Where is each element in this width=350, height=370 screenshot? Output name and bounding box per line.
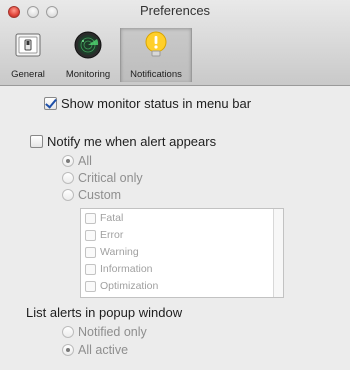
list-scrollbar[interactable]	[273, 209, 283, 297]
notify-checkbox[interactable]	[30, 135, 43, 148]
radar-icon	[74, 31, 102, 59]
title-toolbar-bar: Preferences General Monitoring Notificat…	[0, 0, 350, 86]
popup-all-active-radio[interactable]	[62, 344, 74, 356]
notify-custom-radio-row[interactable]: Custom	[62, 188, 121, 202]
list-item-optimization[interactable]: Optimization	[85, 280, 158, 292]
show-status-checkbox[interactable]	[44, 97, 57, 110]
list-item-warning[interactable]: Warning	[85, 246, 139, 258]
list-item-fatal[interactable]: Fatal	[85, 212, 123, 224]
popup-all-active-radio-row[interactable]: All active	[62, 343, 128, 357]
optimization-label: Optimization	[100, 280, 159, 292]
toolbar-label-monitoring: Monitoring	[65, 69, 111, 80]
toolbar-tab-general[interactable]: General	[0, 28, 56, 82]
warning-checkbox[interactable]	[85, 246, 96, 258]
notify-label: Notify me when alert appears	[47, 134, 217, 149]
notify-all-radio-row[interactable]: All	[62, 154, 92, 168]
popup-heading-label: List alerts in popup window	[26, 305, 183, 320]
notify-all-label: All	[78, 154, 92, 168]
notify-critical-radio-row[interactable]: Critical only	[62, 171, 143, 185]
notify-custom-radio[interactable]	[62, 189, 74, 201]
fatal-label: Fatal	[100, 212, 124, 224]
general-switch-icon	[15, 33, 41, 57]
popup-notified-radio[interactable]	[62, 326, 74, 338]
notify-option[interactable]: Notify me when alert appears	[30, 134, 216, 149]
information-checkbox[interactable]	[85, 263, 96, 275]
notifications-pane: Show monitor status in menu bar Notify m…	[0, 86, 350, 370]
warning-label: Warning	[100, 246, 139, 258]
notify-critical-label: Critical only	[78, 171, 143, 185]
information-label: Information	[100, 263, 153, 275]
alert-bulb-icon	[145, 31, 167, 57]
notify-all-radio[interactable]	[62, 155, 74, 167]
list-item-error[interactable]: Error	[85, 229, 123, 241]
custom-levels-list[interactable]: Fatal Error Warning Information Optimiza…	[80, 208, 284, 298]
window-title: Preferences	[139, 3, 211, 18]
preferences-window: Preferences General Monitoring Notificat…	[0, 0, 350, 370]
show-status-label: Show monitor status in menu bar	[61, 96, 252, 111]
show-status-option[interactable]: Show monitor status in menu bar	[44, 96, 251, 111]
toolbar-label-notifications: Notifications	[130, 69, 182, 80]
notify-critical-radio[interactable]	[62, 172, 74, 184]
error-label: Error	[100, 229, 124, 241]
toolbar-tab-notifications[interactable]: Notifications	[120, 28, 192, 82]
fatal-checkbox[interactable]	[85, 212, 96, 224]
toolbar-tab-monitoring[interactable]: Monitoring	[58, 28, 118, 82]
notify-custom-label: Custom	[78, 188, 122, 202]
popup-notified-radio-row[interactable]: Notified only	[62, 325, 147, 339]
optimization-checkbox[interactable]	[85, 280, 96, 292]
list-item-information[interactable]: Information	[85, 263, 153, 275]
error-checkbox[interactable]	[85, 229, 96, 241]
popup-all-active-label: All active	[78, 343, 129, 357]
popup-heading: List alerts in popup window	[26, 305, 182, 320]
toolbar-label-general: General	[11, 69, 45, 80]
popup-notified-label: Notified only	[78, 325, 147, 339]
